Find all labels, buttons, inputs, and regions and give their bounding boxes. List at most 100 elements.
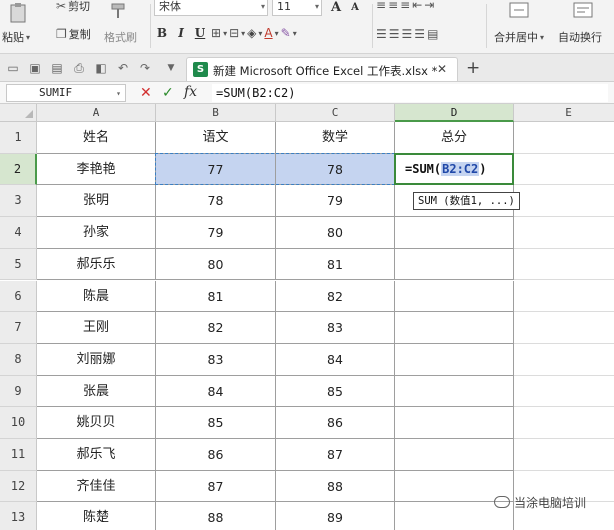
cell-a4[interactable]: 孙家 xyxy=(37,217,156,249)
cell-c7[interactable]: 83 xyxy=(276,312,395,344)
cell-d5[interactable] xyxy=(395,248,514,281)
check-icon[interactable]: ✓ xyxy=(162,85,174,101)
cell-d11[interactable] xyxy=(395,439,514,471)
shrink-font-button[interactable]: A xyxy=(347,2,363,13)
merge-center-icon[interactable] xyxy=(508,0,530,22)
header-cell-d1[interactable]: 总分 xyxy=(395,122,514,154)
align-left-icon[interactable]: ☰ xyxy=(376,27,387,41)
distributed-icon[interactable]: ▤ xyxy=(427,27,438,41)
row-header-2[interactable]: 2 xyxy=(0,153,37,186)
cell-a8[interactable]: 刘丽娜 xyxy=(37,343,156,376)
preview-icon[interactable]: ◧ xyxy=(94,61,108,75)
cell-c3[interactable]: 79 xyxy=(276,185,395,218)
fill-color-icon[interactable]: ◈ xyxy=(247,26,256,40)
cell-b11[interactable]: 86 xyxy=(156,439,276,471)
cell-e6[interactable] xyxy=(514,281,614,313)
cell-e3[interactable] xyxy=(514,185,614,218)
print-icon[interactable]: ⎙ xyxy=(72,61,86,75)
row-header-11[interactable]: 11 xyxy=(0,439,37,471)
column-header-a[interactable]: A xyxy=(37,104,156,122)
cut-button[interactable]: ✂ 剪切 xyxy=(56,0,90,15)
cell-c13[interactable]: 89 xyxy=(276,502,395,530)
cell-e11[interactable] xyxy=(514,439,614,471)
select-all-button[interactable] xyxy=(0,104,37,122)
cell-a6[interactable]: 陈晨 xyxy=(37,280,156,313)
merge-center-button[interactable]: 合并居中 ▾ xyxy=(494,28,546,46)
folder-icon[interactable]: ▭ xyxy=(6,61,20,75)
row-header-6[interactable]: 6 xyxy=(0,280,37,313)
cell-d6[interactable] xyxy=(395,280,514,313)
cell-a10[interactable]: 姚贝贝 xyxy=(37,407,156,439)
cell-e10[interactable] xyxy=(514,407,614,439)
cell-d10[interactable] xyxy=(395,407,514,439)
cell-b13[interactable]: 88 xyxy=(156,502,276,530)
row-header-8[interactable]: 8 xyxy=(0,343,37,376)
cell-a13[interactable]: 陈楚 xyxy=(37,502,156,530)
close-icon[interactable]: ✕ xyxy=(437,62,447,76)
column-header-c[interactable]: C xyxy=(276,104,395,122)
column-header-d[interactable]: D xyxy=(395,104,514,122)
row-header-3[interactable]: 3 xyxy=(0,185,37,218)
redo-icon[interactable]: ↷ xyxy=(138,61,152,75)
justify-icon[interactable]: ☰ xyxy=(414,27,425,41)
paste-button[interactable]: 粘贴 ▾ xyxy=(2,28,32,46)
cell-b2[interactable]: 77 xyxy=(156,153,276,186)
row-header-7[interactable]: 7 xyxy=(0,312,37,344)
cell-b12[interactable]: 87 xyxy=(156,470,276,503)
row-header-9[interactable]: 9 xyxy=(0,375,37,408)
cell-d4[interactable] xyxy=(395,217,514,249)
font-color-icon[interactable]: A xyxy=(264,26,272,40)
row-header-13[interactable]: 13 xyxy=(0,502,37,530)
cell-a7[interactable]: 王刚 xyxy=(37,312,156,344)
cell-a3[interactable]: 张明 xyxy=(37,185,156,218)
cell-e8[interactable] xyxy=(514,344,614,376)
cell-b7[interactable]: 82 xyxy=(156,312,276,344)
align-bottom-icon[interactable]: ≡ xyxy=(400,0,410,12)
cell-d7[interactable] xyxy=(395,312,514,344)
cell-e9[interactable] xyxy=(514,376,614,408)
border-icon[interactable]: ⊞ xyxy=(211,26,221,40)
format-painter-button[interactable]: 格式刷 xyxy=(104,28,137,46)
cell-e1[interactable] xyxy=(514,122,614,154)
undo-icon[interactable]: ↶ xyxy=(116,61,130,75)
cell-e7[interactable] xyxy=(514,312,614,344)
cell-d2[interactable]: =SUM(B2:C2) xyxy=(395,153,514,186)
header-cell-c1[interactable]: 数学 xyxy=(276,122,395,154)
save-icon[interactable]: ▣ xyxy=(28,61,42,75)
row-header-10[interactable]: 10 xyxy=(0,407,37,439)
cell-a12[interactable]: 齐佳佳 xyxy=(37,470,156,503)
italic-button[interactable]: I xyxy=(173,26,189,40)
row-header-4[interactable]: 4 xyxy=(0,217,37,249)
cancel-icon[interactable]: ✕ xyxy=(140,85,152,101)
cell-b5[interactable]: 80 xyxy=(156,248,276,281)
wrap-text-button[interactable]: 自动换行 xyxy=(558,28,602,46)
cell-b3[interactable]: 78 xyxy=(156,185,276,218)
name-box[interactable]: SUMIF ▾ xyxy=(6,84,126,102)
align-top-icon[interactable]: ≡ xyxy=(376,0,386,12)
merge-cells-icon[interactable]: ⊟ xyxy=(229,26,239,40)
cell-c4[interactable]: 80 xyxy=(276,217,395,249)
align-middle-icon[interactable]: ≡ xyxy=(388,0,398,12)
cell-c12[interactable]: 88 xyxy=(276,470,395,503)
cell-c9[interactable]: 85 xyxy=(276,375,395,408)
font-family-select[interactable]: 宋体 ▾ xyxy=(154,0,268,16)
export-icon[interactable]: ▤ xyxy=(50,61,64,75)
wrap-text-icon[interactable] xyxy=(572,0,594,22)
formula-input[interactable]: =SUM(B2:C2) xyxy=(212,84,608,102)
column-header-b[interactable]: B xyxy=(156,104,276,122)
cell-e4[interactable] xyxy=(514,217,614,249)
grow-font-button[interactable]: A xyxy=(328,0,344,15)
cell-b9[interactable]: 84 xyxy=(156,375,276,408)
cell-a9[interactable]: 张晨 xyxy=(37,375,156,408)
cell-c8[interactable]: 84 xyxy=(276,343,395,376)
cell-d9[interactable] xyxy=(395,375,514,408)
cell-c6[interactable]: 82 xyxy=(276,280,395,313)
row-header-12[interactable]: 12 xyxy=(0,470,37,503)
cell-c2[interactable]: 78 xyxy=(276,153,395,186)
cell-b8[interactable]: 83 xyxy=(156,343,276,376)
align-center-icon[interactable]: ☰ xyxy=(389,27,400,41)
header-cell-a1[interactable]: 姓名 xyxy=(37,122,156,154)
cell-d8[interactable] xyxy=(395,343,514,376)
cell-c10[interactable]: 86 xyxy=(276,407,395,439)
cell-b4[interactable]: 79 xyxy=(156,217,276,249)
